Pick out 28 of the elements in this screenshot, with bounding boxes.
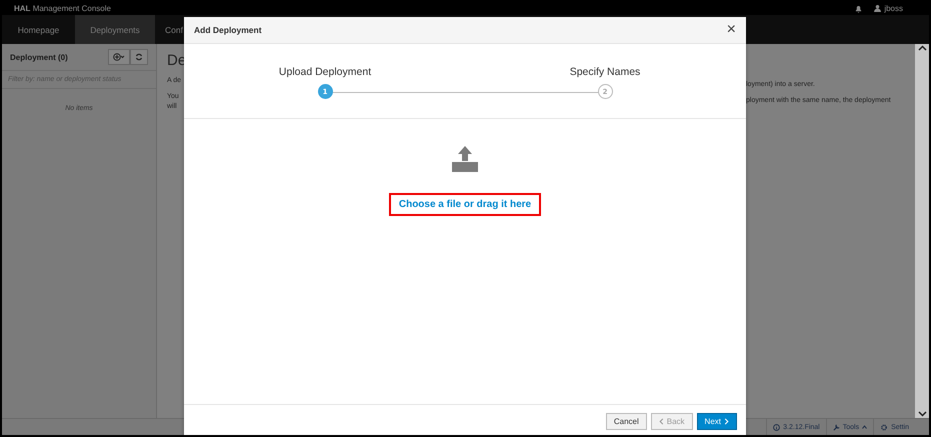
refresh-button[interactable] [130, 49, 148, 65]
file-upload-link[interactable]: Choose a file or drag it here [388, 193, 542, 216]
refresh-icon [135, 53, 143, 61]
info-icon [773, 424, 780, 430]
nav-tab[interactable]: Homepage [2, 15, 75, 44]
scroll-up-icon[interactable] [918, 44, 926, 53]
step-label: Upload Deployment [278, 66, 372, 78]
scroll-down-icon[interactable] [918, 409, 926, 418]
plus-circle-icon [113, 53, 125, 61]
user-menu[interactable]: jboss [874, 4, 903, 13]
gear-icon [880, 424, 888, 430]
next-button[interactable]: Next [696, 412, 737, 430]
cancel-button[interactable]: Cancel [606, 412, 647, 430]
upload-icon [451, 145, 479, 173]
close-button[interactable]: × [726, 22, 736, 38]
sidebar-title: Deployment (0) [10, 52, 68, 62]
nav-tab[interactable]: Conf [155, 15, 183, 44]
chevron-right-icon [724, 418, 729, 424]
nav-tab[interactable]: Deployments [75, 15, 155, 44]
caret-up-icon [862, 425, 868, 429]
bell-icon[interactable] [855, 4, 862, 12]
wrench-icon [832, 424, 840, 430]
step-label: Specify Names [570, 66, 640, 78]
user-icon [874, 5, 882, 12]
app-title: HAL Management Console [14, 4, 111, 13]
dialog-title: Add Deployment [194, 25, 262, 35]
chevron-left-icon [658, 418, 664, 424]
add-button[interactable] [108, 49, 130, 65]
